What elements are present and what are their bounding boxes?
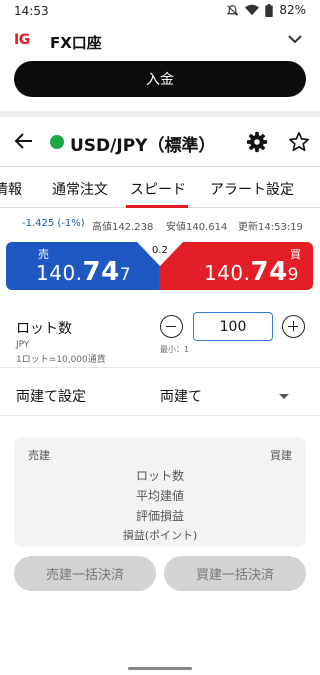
last-updated: 更新14:53:19 xyxy=(238,222,303,233)
tab-info[interactable]: 情報 xyxy=(0,179,22,199)
back-arrow-icon[interactable] xyxy=(14,131,34,151)
close-all-sell-button[interactable]: 売建一括決済 xyxy=(14,556,156,591)
spread-indicator: 0.2 xyxy=(137,242,183,266)
hedge-select[interactable]: 両建て xyxy=(160,386,202,406)
active-tab-indicator xyxy=(126,205,188,208)
position-summary-panel: 売建 買建 ロット数 平均建値 評価損益 損益(ポイント) xyxy=(14,437,306,547)
close-all-buy-button[interactable]: 買建一括決済 xyxy=(164,556,306,591)
account-name[interactable]: FX口座 xyxy=(50,32,102,53)
instrument-title: USD/JPY（標準） xyxy=(70,136,216,156)
wifi-icon xyxy=(245,4,260,16)
tab-speed[interactable]: スピード xyxy=(130,179,186,199)
bell-off-icon xyxy=(227,4,239,16)
deposit-button[interactable]: 入金 xyxy=(14,61,306,97)
min-lot-note: 最小：1 xyxy=(160,345,190,354)
lot-currency: JPY xyxy=(16,340,30,350)
chevron-down-icon[interactable] xyxy=(288,34,302,44)
battery-icon xyxy=(265,3,274,17)
day-high: 高値142.238 xyxy=(92,222,154,233)
tab-alert-settings[interactable]: アラート設定 xyxy=(210,179,294,199)
hedge-setting-row: 両建て設定 両建て xyxy=(0,372,320,416)
day-low: 安値140.614 xyxy=(166,222,228,233)
ig-logo: IG xyxy=(14,32,30,48)
lot-label: ロット数 xyxy=(16,321,72,337)
quote-summary: -1.425 (-1%) 高値142.238 安値140.614 更新14:53… xyxy=(0,216,320,233)
order-tabs: 情報 通常注文 スピード アラート設定 xyxy=(0,166,320,208)
unrealized-pl-label: 評価損益 xyxy=(135,509,184,523)
price-change: -1.425 (-1%) xyxy=(22,218,85,229)
tab-standard-order[interactable]: 通常注文 xyxy=(52,179,108,199)
speed-price-panel: 売 140.747 買 140.749 0.2 xyxy=(6,242,313,290)
lot-note: 1ロット=10,000通貨 xyxy=(16,355,106,365)
buy-position-label: 買建 xyxy=(270,449,292,462)
system-icons: 82% xyxy=(226,3,306,17)
sell-price: 140.747 xyxy=(36,257,132,287)
gear-icon[interactable] xyxy=(246,131,268,153)
lot-quantity-input[interactable] xyxy=(193,312,273,341)
battery-percent: 82% xyxy=(279,3,306,17)
dropdown-caret-icon[interactable] xyxy=(279,394,289,399)
status-time: 14:53 xyxy=(14,4,49,18)
market-status-dot xyxy=(50,135,64,149)
average-price-label: 平均建値 xyxy=(135,489,184,503)
decrease-lot-button[interactable] xyxy=(160,315,183,338)
sell-position-label: 売建 xyxy=(28,449,50,462)
buy-price: 140.749 xyxy=(203,257,299,287)
account-bar[interactable]: IG FX口座 xyxy=(0,28,320,56)
increase-lot-button[interactable] xyxy=(282,315,305,338)
position-lot-label: ロット数 xyxy=(135,469,184,483)
spread-value: 0.2 xyxy=(152,245,168,256)
pl-points-label: 損益(ポイント) xyxy=(122,529,198,542)
lot-size-row: ロット数 JPY 1ロット=10,000通貨 最小：1 xyxy=(0,306,320,368)
instrument-header: USD/JPY（標準） xyxy=(0,122,320,162)
hedge-label: 両建て設定 xyxy=(16,389,86,405)
home-indicator[interactable] xyxy=(128,667,192,670)
section-divider xyxy=(0,111,320,117)
status-bar: 14:53 82% xyxy=(0,0,320,22)
favorite-star-icon[interactable] xyxy=(288,131,310,153)
